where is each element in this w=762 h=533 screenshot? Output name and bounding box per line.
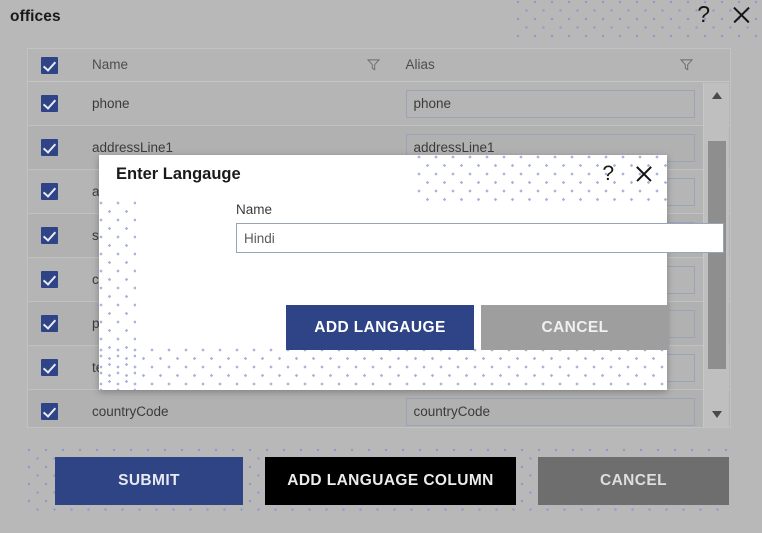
row-checkbox-cell — [28, 95, 71, 112]
header-cell-name: Name — [71, 56, 389, 74]
column-header-label-alias: Alias — [405, 57, 435, 72]
select-all-checkbox[interactable] — [41, 56, 58, 74]
column-name-text: s — [92, 227, 99, 243]
row-checkbox-cell — [28, 403, 71, 420]
row-checkbox[interactable] — [41, 403, 58, 420]
triangle-down-icon[interactable] — [704, 401, 730, 427]
row-checkbox[interactable] — [41, 139, 58, 156]
action-bar: SUBMIT ADD LANGUAGE COLUMN CANCEL — [27, 448, 731, 515]
cell-name: addressLine1 — [71, 139, 389, 157]
question-mark-icon[interactable]: ? — [697, 3, 710, 26]
app-root: offices ? Name Alias phone phone address… — [0, 0, 762, 533]
row-checkbox-cell — [28, 139, 71, 156]
cell-name: phone — [71, 95, 389, 113]
dialog-window-controls: ? — [602, 163, 654, 184]
dialog-button-group: ADD LANGAUGE CANCEL — [286, 305, 669, 350]
window-controls: ? — [697, 3, 752, 26]
column-name-text: addressLine1 — [92, 139, 174, 155]
dialog-title: Enter Langauge — [116, 165, 241, 183]
column-name-text: phone — [92, 95, 130, 111]
row-checkbox-cell — [28, 315, 71, 332]
row-checkbox-cell — [28, 227, 71, 244]
row-checkbox[interactable] — [41, 315, 58, 332]
filter-icon[interactable] — [680, 58, 693, 71]
cell-alias — [389, 89, 703, 118]
row-checkbox[interactable] — [41, 183, 58, 200]
action-button-group: SUBMIT ADD LANGUAGE COLUMN CANCEL — [55, 457, 729, 505]
close-icon[interactable] — [730, 4, 752, 26]
header-checkbox-cell — [28, 56, 71, 74]
row-checkbox[interactable] — [41, 359, 58, 376]
question-mark-icon[interactable]: ? — [602, 163, 614, 184]
row-checkbox-cell — [28, 359, 71, 376]
scrollbar-thumb[interactable] — [708, 141, 726, 369]
table-header-row: Name Alias — [28, 49, 730, 82]
page-title: offices — [10, 8, 61, 25]
filter-icon[interactable] — [366, 58, 380, 71]
row-checkbox[interactable] — [41, 271, 58, 288]
window-header: offices ? — [0, 0, 762, 38]
table-row: countryCode — [28, 390, 730, 427]
row-checkbox[interactable] — [41, 95, 58, 112]
table-row: phone — [28, 82, 730, 126]
row-checkbox-cell — [28, 271, 71, 288]
column-name-text: c — [92, 271, 99, 287]
alias-input[interactable] — [405, 397, 695, 426]
row-checkbox-cell — [28, 183, 71, 200]
alias-input[interactable] — [405, 89, 695, 118]
add-language-column-button[interactable]: ADD LANGUAGE COLUMN — [265, 457, 516, 505]
language-name-input[interactable] — [236, 223, 724, 253]
cancel-button[interactable]: CANCEL — [538, 457, 729, 505]
enter-language-dialog: Enter Langauge ? Name ADD LANGAUGE CANCE… — [99, 155, 724, 390]
dialog-dot-texture-bottom — [99, 348, 667, 390]
submit-button[interactable]: SUBMIT — [55, 457, 243, 505]
header-cell-alias: Alias — [389, 56, 703, 74]
table-vertical-scrollbar[interactable] — [703, 83, 729, 427]
close-icon[interactable] — [634, 164, 654, 184]
add-language-button[interactable]: ADD LANGAUGE — [286, 305, 474, 350]
row-checkbox[interactable] — [41, 227, 58, 244]
cell-name: countryCode — [71, 403, 389, 421]
dialog-cancel-button[interactable]: CANCEL — [481, 305, 669, 350]
triangle-up-icon[interactable] — [704, 83, 730, 109]
cell-alias — [389, 397, 703, 426]
column-name-text: countryCode — [92, 403, 169, 419]
column-header-label-name: Name — [92, 57, 129, 72]
language-name-label: Name — [236, 202, 273, 217]
